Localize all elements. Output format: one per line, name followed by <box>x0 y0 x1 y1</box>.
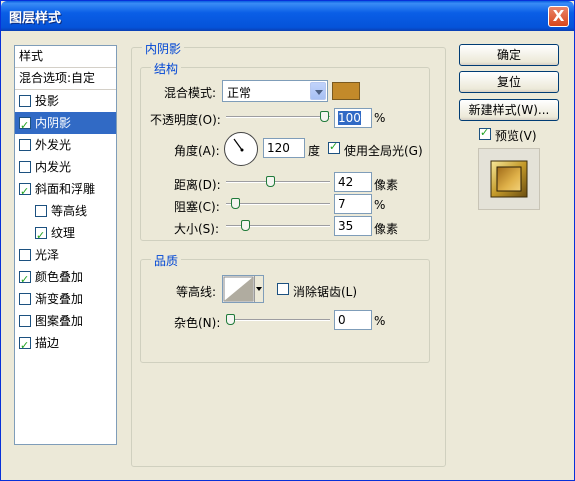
blend-mode-label: 混合模式: <box>164 86 217 100</box>
checkbox[interactable] <box>19 269 31 291</box>
style-item-satin[interactable]: 光泽 <box>15 244 116 266</box>
size-unit: 像素 <box>374 222 399 236</box>
style-item-stroke[interactable]: 描边 <box>15 332 116 357</box>
noise-unit: % <box>374 314 386 328</box>
window-title: 图层样式 <box>9 11 62 26</box>
slider-thumb[interactable] <box>241 220 250 231</box>
checkbox[interactable] <box>19 139 31 151</box>
dialog-body: 样式 混合选项:自定 投影 内阴影 外发光 内发光 斜面和浮雕 等高线 纹理 光… <box>4 31 571 479</box>
anti-alias-checkbox[interactable] <box>277 283 289 295</box>
choke-label: 阻塞(C): <box>174 200 220 214</box>
style-item-inner-shadow[interactable]: 内阴影 <box>15 112 116 137</box>
checkbox[interactable] <box>35 205 47 217</box>
contour-curve-icon <box>223 276 254 302</box>
global-light-label[interactable]: 使用全局光(G) <box>344 142 423 159</box>
preview-swatch-icon <box>490 160 528 198</box>
close-button[interactable]: X <box>548 6 569 27</box>
angle-label: 角度(A): <box>174 144 220 158</box>
close-icon: X <box>552 7 565 25</box>
slider-thumb[interactable] <box>231 198 240 209</box>
quality-title: 品质 <box>151 252 182 269</box>
slider-thumb[interactable] <box>320 111 329 122</box>
blend-mode-select[interactable]: 正常 <box>222 80 328 102</box>
blend-options-item[interactable]: 混合选项:自定 <box>15 68 116 90</box>
opacity-input[interactable]: 100 <box>334 108 372 128</box>
panel-title: 内阴影 <box>142 40 185 57</box>
checkbox[interactable] <box>19 293 31 305</box>
contour-label: 等高线: <box>176 285 217 299</box>
opacity-unit: % <box>374 111 386 125</box>
slider-thumb[interactable] <box>266 176 275 187</box>
style-item-bevel-emboss[interactable]: 斜面和浮雕 <box>15 178 116 203</box>
angle-dial[interactable] <box>224 132 258 166</box>
choke-slider[interactable] <box>226 198 330 209</box>
quality-group: 品质 <box>140 252 430 363</box>
checkbox[interactable] <box>19 335 31 357</box>
preview-checkbox[interactable] <box>479 126 491 140</box>
structure-title: 结构 <box>151 60 182 77</box>
title-bar[interactable]: 图层样式 X <box>1 1 574 31</box>
noise-input[interactable]: 0 <box>334 310 372 330</box>
style-preview <box>478 148 540 210</box>
angle-input[interactable]: 120 <box>263 138 305 158</box>
choke-input[interactable]: 7 <box>334 194 372 214</box>
distance-slider[interactable] <box>226 176 330 187</box>
style-item-contour[interactable]: 等高线 <box>15 200 116 222</box>
opacity-slider[interactable] <box>226 111 330 122</box>
noise-slider[interactable] <box>226 314 330 325</box>
contour-picker[interactable] <box>222 275 264 303</box>
size-input[interactable]: 35 <box>334 216 372 236</box>
shadow-color-swatch[interactable] <box>332 82 360 100</box>
layer-style-dialog: 图层样式 X 样式 混合选项:自定 投影 内阴影 外发光 内发光 斜面和浮雕 等… <box>0 0 575 481</box>
checkbox[interactable] <box>19 115 31 137</box>
angle-needle <box>233 138 244 152</box>
checkbox[interactable] <box>19 181 31 203</box>
size-slider[interactable] <box>226 220 330 231</box>
angle-unit: 度 <box>308 144 321 158</box>
choke-unit: % <box>374 198 386 212</box>
style-item-pattern-overlay[interactable]: 图案叠加 <box>15 310 116 332</box>
preview-label[interactable]: 预览(V) <box>495 127 537 144</box>
style-item-outer-glow[interactable]: 外发光 <box>15 134 116 156</box>
chevron-down-icon[interactable] <box>254 276 263 302</box>
checkbox[interactable] <box>35 225 47 247</box>
distance-input[interactable]: 42 <box>334 172 372 192</box>
ok-button[interactable]: 确定 <box>459 44 559 66</box>
styles-header[interactable]: 样式 <box>15 46 116 68</box>
style-item-color-overlay[interactable]: 颜色叠加 <box>15 266 116 291</box>
distance-unit: 像素 <box>374 178 399 192</box>
anti-alias-label[interactable]: 消除锯齿(L) <box>293 283 357 300</box>
styles-list: 样式 混合选项:自定 投影 内阴影 外发光 内发光 斜面和浮雕 等高线 纹理 光… <box>14 45 117 445</box>
size-label: 大小(S): <box>174 222 220 236</box>
new-style-button[interactable]: 新建样式(W)... <box>459 99 559 121</box>
checkbox[interactable] <box>19 161 31 173</box>
style-item-texture[interactable]: 纹理 <box>15 222 116 247</box>
checkbox[interactable] <box>19 95 31 107</box>
global-light-checkbox[interactable] <box>328 140 340 154</box>
reset-button[interactable]: 复位 <box>459 71 559 93</box>
checkbox[interactable] <box>19 249 31 261</box>
style-item-drop-shadow[interactable]: 投影 <box>15 90 116 112</box>
distance-label: 距离(D): <box>174 178 221 192</box>
style-item-gradient-overlay[interactable]: 渐变叠加 <box>15 288 116 310</box>
noise-label: 杂色(N): <box>174 316 221 330</box>
chevron-down-icon <box>310 82 326 100</box>
style-item-inner-glow[interactable]: 内发光 <box>15 156 116 178</box>
checkbox[interactable] <box>19 315 31 327</box>
opacity-label: 不透明度(O): <box>150 113 221 127</box>
slider-thumb[interactable] <box>226 314 235 325</box>
